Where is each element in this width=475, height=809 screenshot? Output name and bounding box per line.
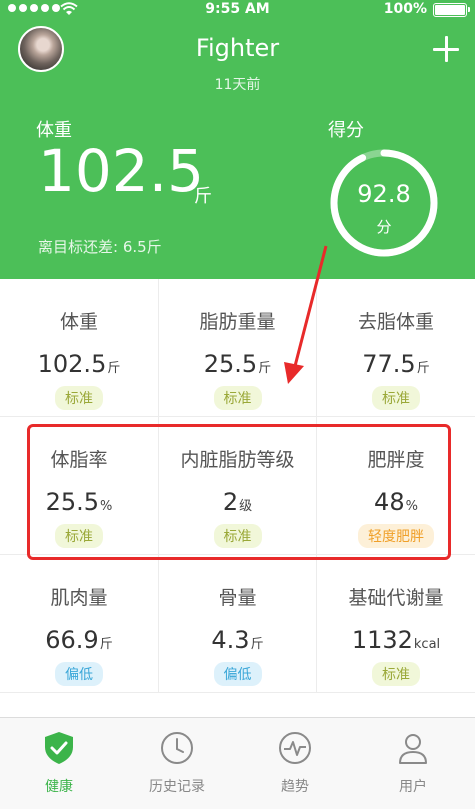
metric-unit: 斤 (258, 361, 272, 376)
metric-unit: 斤 (107, 361, 121, 376)
metric-status-badge: 轻度肥胖 (358, 524, 434, 548)
metric-cell-visceral-fat[interactable]: 内脏脂肪等级 2级 标准 (158, 417, 316, 555)
metrics-row: 体重 102.5斤 标准 脂肪重量 25.5斤 标准 去脂体重 77.5斤 标准 (0, 279, 475, 417)
metric-cell-lean-mass[interactable]: 去脂体重 77.5斤 标准 (316, 279, 475, 417)
metric-value: 4.3 (211, 626, 250, 654)
weight-unit: 斤 (194, 186, 212, 207)
metric-status-badge: 标准 (55, 524, 103, 548)
metric-status-badge: 标准 (55, 386, 103, 410)
user-name: Fighter (195, 34, 280, 62)
metric-value: 48 (374, 488, 405, 516)
heartbeat-icon (279, 732, 311, 764)
metric-unit: 斤 (99, 637, 113, 652)
metric-status-badge: 偏低 (55, 662, 103, 686)
user-icon (399, 734, 427, 764)
weight-value: 102.5 (38, 137, 205, 205)
metric-value: 66.9 (45, 626, 99, 654)
metric-label: 基础代谢量 (348, 587, 444, 609)
metric-label: 体重 (59, 311, 98, 333)
tab-bar: 健康 历史记录 趋势 用户 (0, 717, 475, 809)
score-value: 92.8 (357, 180, 411, 208)
metric-unit: 斤 (250, 637, 264, 652)
metric-cell-weight[interactable]: 体重 102.5斤 标准 (0, 279, 158, 417)
score-unit: 分 (376, 218, 392, 236)
tab-label: 历史记录 (149, 779, 205, 795)
tab-user[interactable]: 用户 (354, 718, 472, 809)
metric-value: 2 (222, 488, 239, 516)
metric-unit: % (100, 499, 113, 514)
metric-cell-body-fat-rate[interactable]: 体脂率 25.5% 标准 (0, 417, 158, 555)
metric-value: 25.5 (45, 488, 100, 516)
tab-trend[interactable]: 趋势 (236, 718, 354, 809)
tab-label: 趋势 (281, 779, 309, 795)
metrics-grid: 体重 102.5斤 标准 脂肪重量 25.5斤 标准 去脂体重 77.5斤 标准… (0, 279, 475, 693)
metric-cell-fat-weight[interactable]: 脂肪重量 25.5斤 标准 (158, 279, 316, 417)
metric-status-badge: 标准 (213, 524, 262, 548)
metric-status-badge: 偏低 (213, 662, 262, 686)
tab-history[interactable]: 历史记录 (118, 718, 236, 809)
metric-cell-muscle[interactable]: 肌肉量 66.9斤 偏低 (0, 555, 158, 693)
tab-health[interactable]: 健康 (0, 718, 118, 809)
metric-cell-bone[interactable]: 骨量 4.3斤 偏低 (158, 555, 316, 693)
battery-percent: 100% (383, 1, 427, 17)
metric-unit: 级 (239, 499, 253, 514)
metric-value: 1132 (351, 626, 413, 654)
add-button[interactable] (429, 32, 463, 66)
metric-label: 肥胖度 (367, 449, 425, 471)
clock-icon (161, 732, 193, 764)
metric-value: 25.5 (203, 350, 258, 378)
score-label: 得分 (328, 120, 364, 141)
shield-check-icon (45, 732, 73, 764)
tab-label: 健康 (45, 779, 73, 795)
header: 9:55 AM 100% Fighter 11天前 体重 102.5 斤 离目标… (0, 0, 475, 279)
tab-label: 用户 (399, 779, 427, 795)
metric-status-badge: 标准 (213, 386, 262, 410)
metric-cell-obesity[interactable]: 肥胖度 48% 轻度肥胖 (316, 417, 475, 555)
metric-status-badge: 标准 (372, 386, 420, 410)
metric-label: 去脂体重 (357, 311, 434, 333)
metric-cell-bmr[interactable]: 基础代谢量 1132kcal 标准 (316, 555, 475, 693)
metric-value: 102.5 (37, 350, 107, 378)
battery-icon (433, 3, 470, 17)
metrics-row: 体脂率 25.5% 标准 内脏脂肪等级 2级 标准 肥胖度 48% 轻度肥胖 (0, 417, 475, 555)
metric-label: 肌肉量 (50, 587, 108, 609)
metric-label: 脂肪重量 (199, 311, 276, 333)
last-measure-time: 11天前 (214, 77, 261, 93)
metric-label: 体脂率 (50, 449, 108, 471)
metric-unit: 斤 (416, 361, 430, 376)
metric-label: 骨量 (218, 587, 257, 609)
metric-status-badge: 标准 (372, 662, 420, 686)
goal-remaining: 离目标还差: 6.5斤 (38, 238, 162, 256)
metric-value: 77.5 (362, 350, 416, 378)
metrics-row: 肌肉量 66.9斤 偏低 骨量 4.3斤 偏低 基础代谢量 1132kcal 标… (0, 555, 475, 693)
status-bar: 9:55 AM 100% (0, 0, 475, 20)
metric-unit: % (405, 499, 418, 514)
metric-label: 内脏脂肪等级 (180, 449, 295, 471)
metric-unit: kcal (413, 637, 441, 652)
